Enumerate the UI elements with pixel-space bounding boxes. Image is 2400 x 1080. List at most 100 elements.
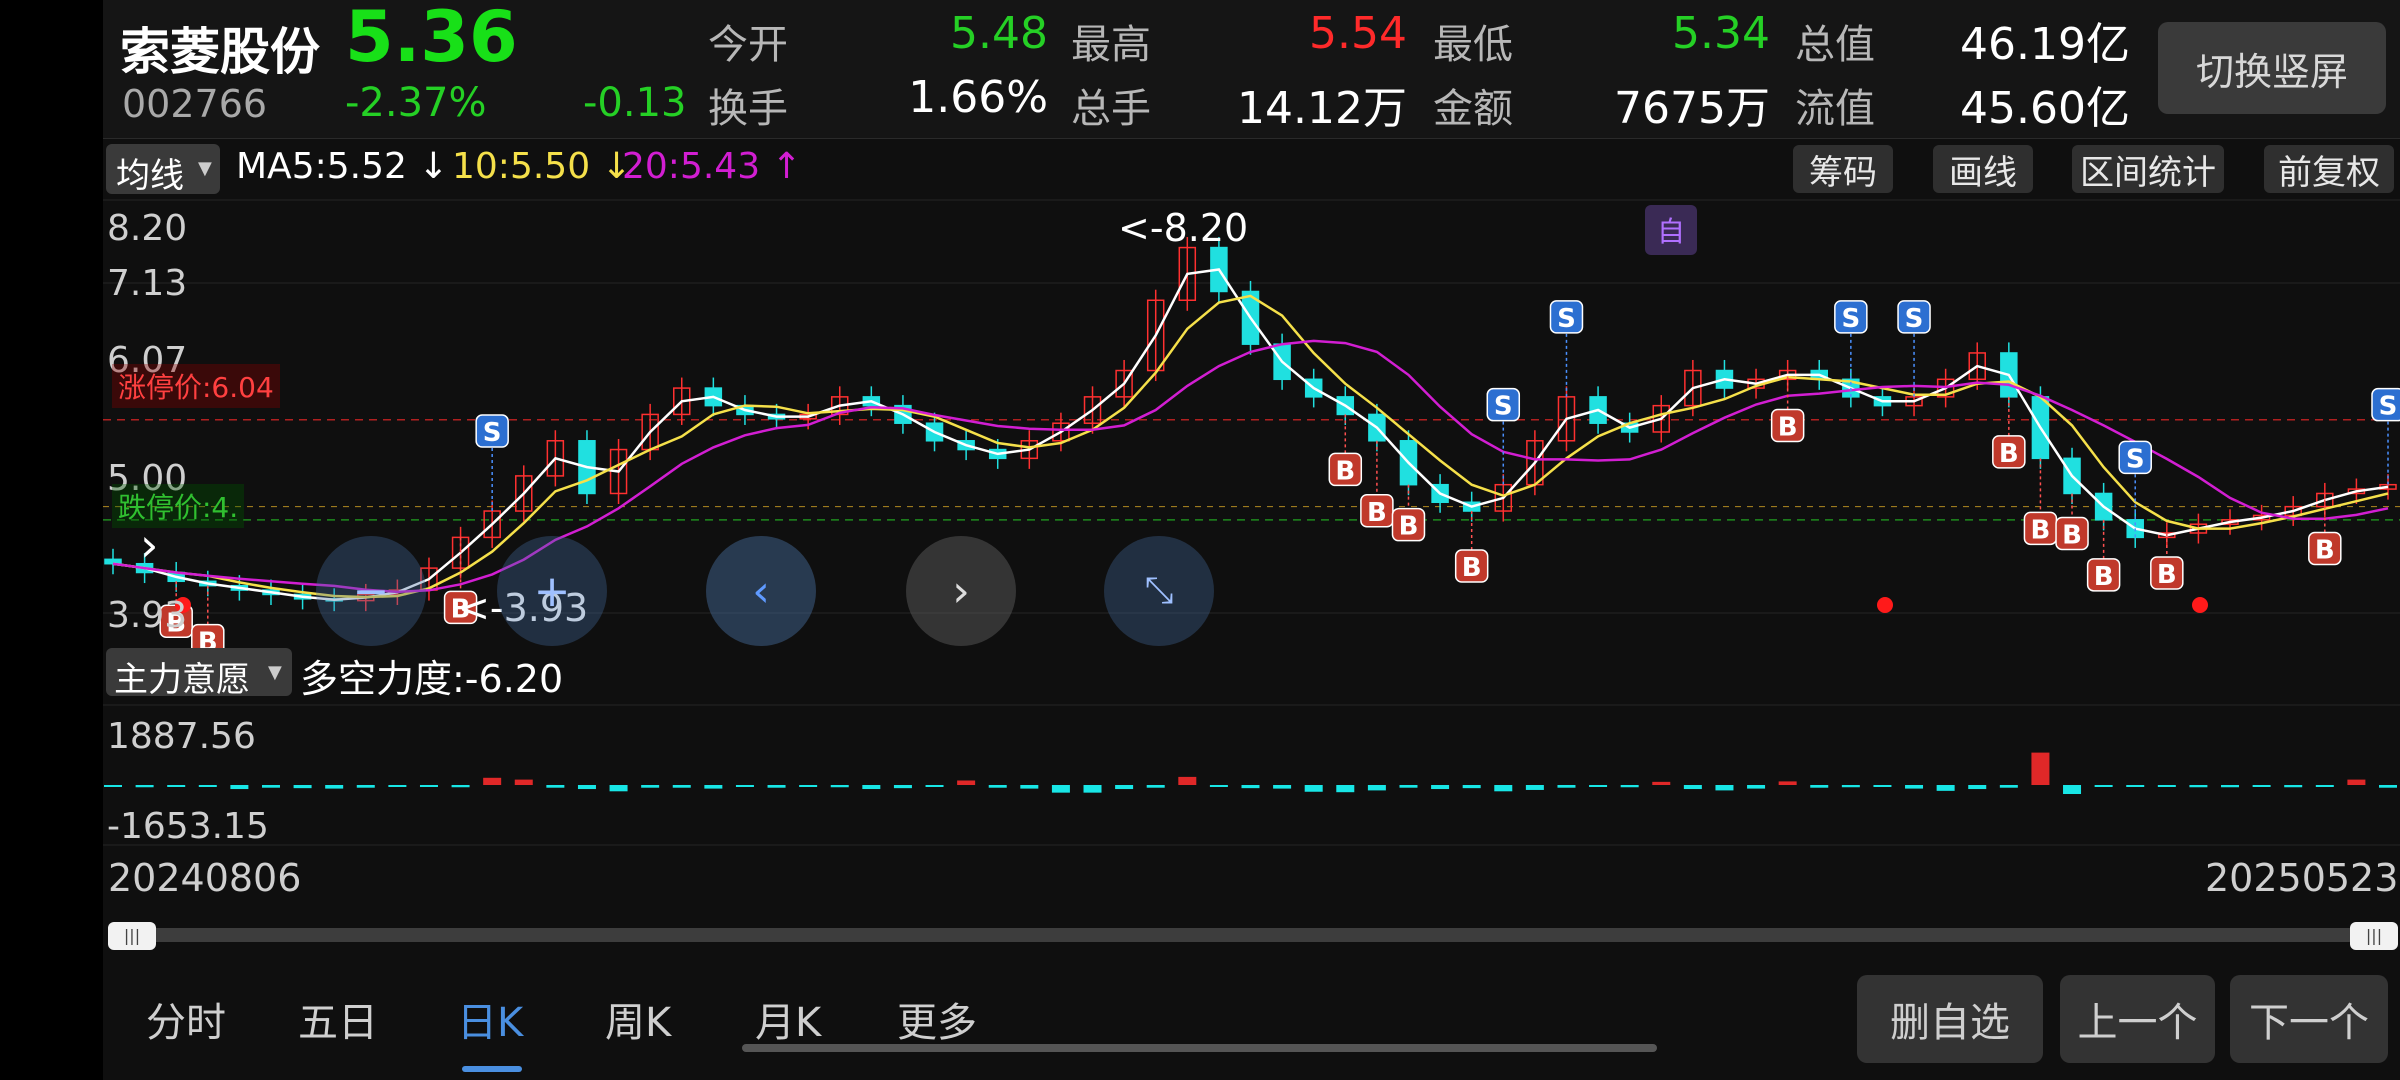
- sell-signal-badge[interactable]: S: [475, 414, 509, 512]
- kline-chart[interactable]: BBBSBB BBSSBS SBB BBSBBS: [103, 195, 2400, 850]
- ma5-value: MA5:5.52 ↓: [236, 146, 449, 187]
- indicator-bar: [1557, 785, 1576, 788]
- indicator-bars: [104, 752, 2397, 794]
- candles: [104, 237, 2397, 612]
- candle: [104, 548, 122, 575]
- buy-signal-badge[interactable]: B: [1328, 414, 1363, 486]
- reset-zoom-icon[interactable]: ⤡: [1104, 536, 1214, 646]
- draw-line-button[interactable]: 画线: [1933, 145, 2033, 193]
- sell-signal-badge[interactable]: S: [1897, 300, 1931, 397]
- indicator-bar: [1525, 785, 1544, 790]
- sell-signal-badge[interactable]: S: [1549, 300, 1584, 397]
- zoom-out-icon[interactable]: +: [497, 536, 607, 646]
- indicator-bar: [641, 785, 660, 788]
- stat-label-low: 最低: [1433, 22, 1513, 68]
- buy-signal-badge[interactable]: B: [2023, 458, 2058, 545]
- buy-signal-badge[interactable]: B: [191, 585, 225, 658]
- indicator-bar: [1020, 785, 1039, 789]
- chevron-down-icon: ▼: [198, 158, 212, 179]
- forward-adjust-button[interactable]: 前复权: [2264, 145, 2394, 193]
- sell-signal-badge[interactable]: S: [1486, 387, 1521, 485]
- change-percent: -2.37%: [345, 80, 487, 126]
- scroll-left-icon[interactable]: ‹: [706, 536, 816, 646]
- buy-signal-badge[interactable]: B: [2055, 493, 2089, 550]
- next-stock-button[interactable]: 下一个: [2230, 975, 2388, 1063]
- indicator-bar: [2284, 785, 2303, 788]
- previous-stock-button[interactable]: 上一个: [2060, 975, 2215, 1063]
- ma-selector[interactable]: 均线 ▼: [106, 144, 220, 196]
- range-handle-left[interactable]: |||: [108, 922, 156, 950]
- range-scrollbar-track[interactable]: [130, 928, 2356, 942]
- price-tick-2: 7.13: [107, 263, 188, 304]
- svg-text:B: B: [1778, 413, 1798, 443]
- indicator-axis-top: 1887.56: [107, 716, 256, 757]
- indicator-bar: [1273, 785, 1292, 789]
- range-handle-right[interactable]: |||: [2350, 922, 2398, 950]
- svg-text:S: S: [1905, 304, 1924, 334]
- indicator-bar: [261, 785, 280, 788]
- scroll-right-icon[interactable]: ›: [906, 536, 1016, 646]
- remove-watchlist-button[interactable]: 删自选: [1857, 975, 2043, 1063]
- chip-distribution-button[interactable]: 筹码: [1793, 145, 1893, 193]
- indicator-bar: [1873, 785, 1892, 787]
- buy-signal-badge[interactable]: B: [2086, 519, 2121, 592]
- indicator-bar: [546, 785, 565, 788]
- date-end: 20250523: [2205, 856, 2399, 900]
- change-value: -0.13: [583, 80, 687, 126]
- svg-text:B: B: [2094, 562, 2114, 592]
- price-tick-1: 8.20: [107, 208, 188, 249]
- indicator-bar: [419, 785, 438, 787]
- indicator-bar: [1841, 785, 1860, 788]
- range-stats-button[interactable]: 区间统计: [2072, 145, 2224, 193]
- active-tab-indicator: [462, 1066, 522, 1072]
- indicator-bar: [767, 785, 786, 788]
- sell-signal-badge[interactable]: S: [2371, 387, 2400, 485]
- indicator-bar: [577, 785, 596, 790]
- buy-signal-badge[interactable]: B: [2150, 532, 2184, 590]
- buy-signal-badge[interactable]: B: [1992, 396, 2026, 469]
- tab-monthly-k[interactable]: 月K: [755, 990, 821, 1048]
- tab-scroll-indicator: [742, 1044, 1657, 1052]
- high-marker-value: 8.20: [1163, 206, 1249, 250]
- indicator-bar: [1431, 785, 1450, 790]
- svg-text:B: B: [1399, 512, 1419, 542]
- indicator-bar: [1178, 776, 1197, 785]
- indicator-bar: [957, 780, 976, 785]
- stat-value-float-value: 45.60亿: [1960, 83, 2130, 134]
- indicator-bar: [2189, 785, 2208, 788]
- indicator-bar: [325, 785, 344, 789]
- indicator-bar: [830, 785, 849, 788]
- tab-intraday[interactable]: 分时: [146, 990, 226, 1048]
- switch-portrait-button[interactable]: 切换竖屏: [2158, 22, 2386, 114]
- svg-text:S: S: [1494, 392, 1513, 422]
- stat-label-float-value: 流值: [1795, 86, 1875, 132]
- crosshair-right-arrow-icon: ›: [140, 518, 159, 572]
- indicator-bar: [1747, 785, 1766, 789]
- indicator-selector[interactable]: 主力意愿 ▼: [106, 648, 292, 700]
- buy-signal-badge[interactable]: B: [1454, 511, 1489, 583]
- indicator-selector-label: 主力意愿: [114, 660, 250, 700]
- svg-text:S: S: [2126, 444, 2145, 474]
- indicator-bar: [230, 785, 249, 790]
- chevron-down-icon: ▼: [268, 662, 282, 683]
- ma5-text: MA5:5.52: [236, 146, 407, 187]
- stat-label-high: 最高: [1071, 22, 1151, 68]
- indicator-bar: [1810, 785, 1829, 788]
- custom-marker-badge[interactable]: 自: [1645, 205, 1697, 255]
- svg-text:B: B: [2062, 520, 2082, 550]
- zoom-in-icon[interactable]: −: [316, 536, 426, 646]
- tab-daily-k[interactable]: 日K: [457, 990, 523, 1048]
- indicator-bar: [2221, 785, 2240, 788]
- buy-signal-badge[interactable]: B: [1360, 440, 1394, 528]
- ma5-down-arrow-icon: ↓: [406, 146, 449, 187]
- tab-more[interactable]: 更多: [897, 990, 977, 1048]
- svg-text:B: B: [1335, 456, 1355, 486]
- tab-five-day[interactable]: 五日: [298, 990, 378, 1048]
- indicator-bar: [2379, 785, 2397, 788]
- current-price: 5.36: [345, 0, 518, 78]
- tab-weekly-k[interactable]: 周K: [605, 990, 671, 1048]
- indicator-bar: [2315, 785, 2334, 787]
- indicator-bar: [1241, 785, 1260, 789]
- indicator-bar: [1652, 781, 1671, 785]
- buy-signal-badge[interactable]: B: [1391, 484, 1426, 542]
